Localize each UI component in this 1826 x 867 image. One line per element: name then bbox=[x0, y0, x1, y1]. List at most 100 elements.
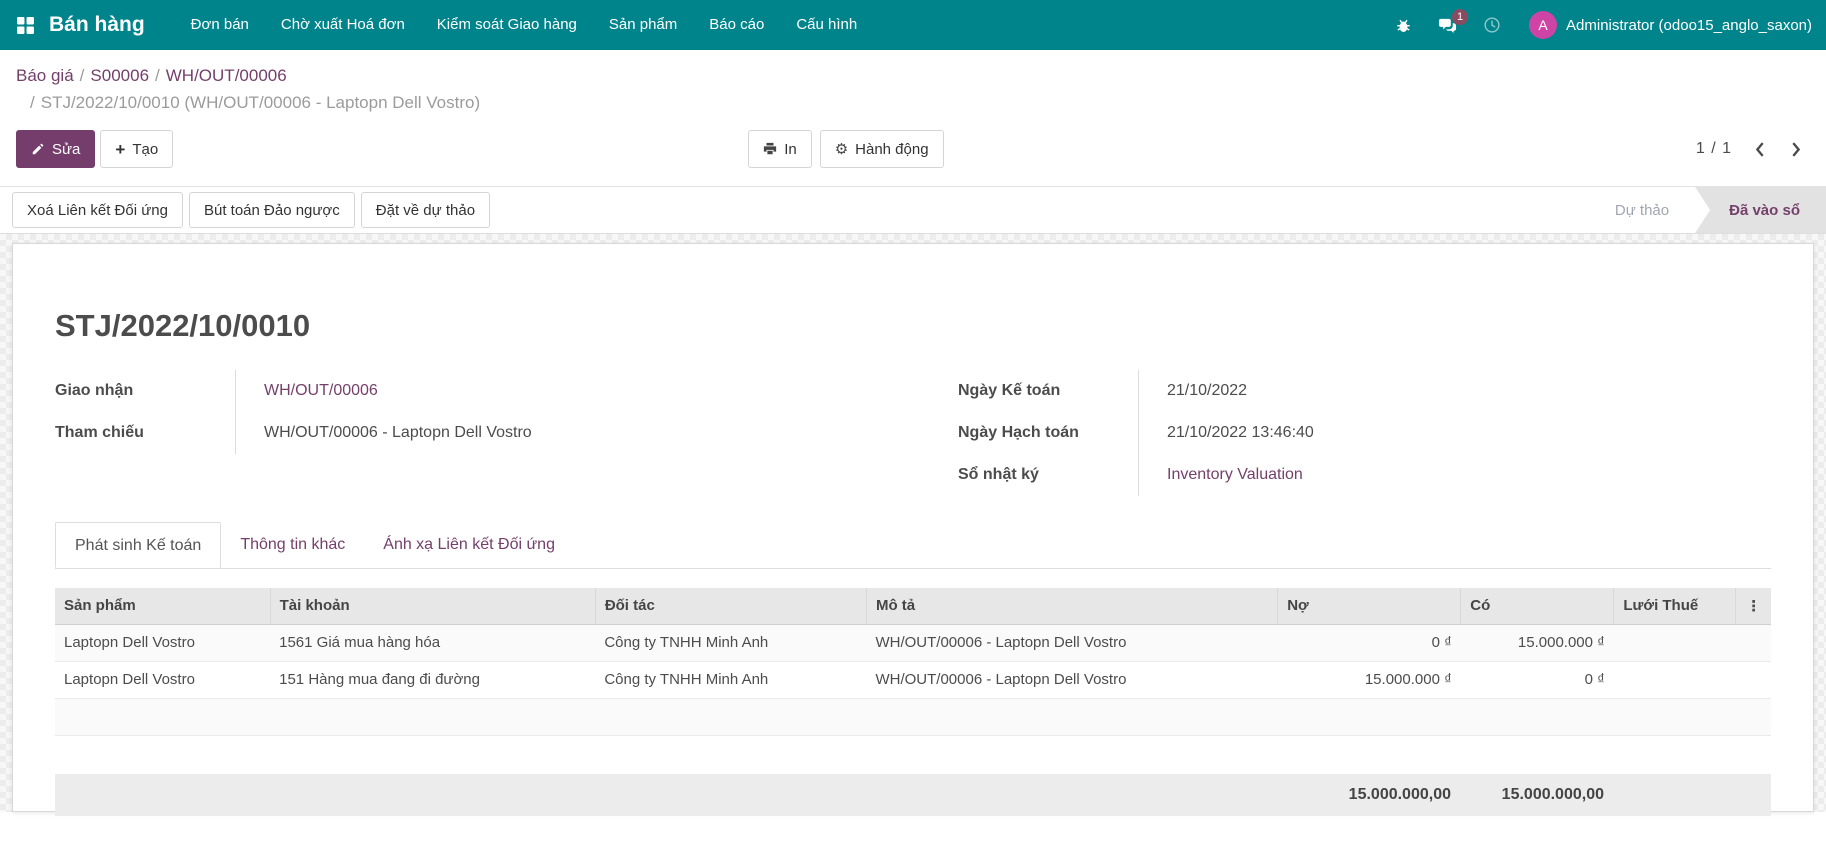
messages-count-badge: 1 bbox=[1452, 9, 1468, 25]
column-header-tax-grid[interactable]: Lưới Thuế bbox=[1614, 588, 1736, 624]
total-debit: 15.000.000,00 bbox=[1277, 786, 1460, 804]
left-field-group: Giao nhận WH/OUT/00006 Tham chiếu WH/OUT… bbox=[55, 370, 868, 496]
cell-tax-grid bbox=[1614, 661, 1736, 698]
column-header-debit[interactable]: Nợ bbox=[1278, 588, 1461, 624]
menu-to-invoice[interactable]: Chờ xuất Hoá đơn bbox=[265, 0, 421, 50]
pager-next-button[interactable] bbox=[1791, 141, 1802, 158]
unreconcile-button[interactable]: Xoá Liên kết Đối ứng bbox=[12, 192, 183, 228]
user-name: Administrator (odoo15_anglo_saxon) bbox=[1566, 17, 1812, 34]
status-draft[interactable]: Dự thảo bbox=[1589, 187, 1695, 233]
field-label-reference: Tham chiếu bbox=[55, 424, 235, 442]
pager-value[interactable]: 1 / 1 bbox=[1696, 140, 1732, 158]
navbar-systray: 1 A Administrator (odoo15_anglo_saxon) bbox=[1385, 11, 1812, 39]
field-value-journal-link[interactable]: Inventory Valuation bbox=[1167, 466, 1303, 484]
cell-product: Laptopn Dell Vostro bbox=[55, 661, 270, 698]
cell-product: Laptopn Dell Vostro bbox=[55, 624, 270, 661]
pager-previous-button[interactable] bbox=[1754, 141, 1765, 158]
plus-icon: + bbox=[115, 141, 125, 158]
field-value-posting-date: 21/10/2022 13:46:40 bbox=[1167, 424, 1314, 442]
menu-reporting[interactable]: Báo cáo bbox=[693, 0, 780, 50]
apps-menu-button[interactable] bbox=[16, 16, 35, 35]
cell-label: WH/OUT/00006 - Laptopn Dell Vostro bbox=[866, 624, 1277, 661]
field-groups: Giao nhận WH/OUT/00006 Tham chiếu WH/OUT… bbox=[55, 370, 1771, 496]
menu-delivery-control[interactable]: Kiểm soát Giao hàng bbox=[421, 0, 593, 50]
field-value-reference: WH/OUT/00006 - Laptopn Dell Vostro bbox=[264, 424, 532, 442]
breadcrumb: Báo giá/S00006/WH/OUT/00006 /STJ/2022/10… bbox=[0, 50, 1826, 116]
table-row[interactable]: Laptopn Dell Vostro 151 Hàng mua đang đi… bbox=[55, 661, 1771, 698]
form-view-background: STJ/2022/10/0010 Giao nhận WH/OUT/00006 … bbox=[0, 234, 1826, 812]
activities-menu-button[interactable] bbox=[1473, 16, 1511, 34]
reverse-entry-button[interactable]: Bút toán Đảo ngược bbox=[189, 192, 355, 228]
cell-credit: 0 ₫ bbox=[1461, 661, 1614, 698]
column-header-credit[interactable]: Có bbox=[1461, 588, 1614, 624]
column-header-account[interactable]: Tài khoản bbox=[270, 588, 595, 624]
breadcrumb-sale-order[interactable]: S00006 bbox=[90, 66, 149, 85]
total-credit: 15.000.000,00 bbox=[1460, 786, 1613, 804]
pager: 1 / 1 bbox=[1696, 140, 1810, 158]
user-menu[interactable]: A Administrator (odoo15_anglo_saxon) bbox=[1529, 11, 1812, 39]
cell-credit: 15.000.000 ₫ bbox=[1461, 624, 1614, 661]
tab-other-info[interactable]: Thông tin khác bbox=[221, 522, 364, 568]
optional-columns-button[interactable]: ⋮ bbox=[1736, 588, 1771, 624]
clock-icon bbox=[1483, 16, 1501, 34]
pencil-icon bbox=[31, 142, 45, 156]
cell-partner: Công ty TNHH Minh Anh bbox=[595, 624, 866, 661]
cell-account: 1561 Giá mua hàng hóa bbox=[270, 624, 595, 661]
journal-entry-title: STJ/2022/10/0010 bbox=[55, 308, 1771, 344]
menu-orders[interactable]: Đơn bán bbox=[175, 0, 265, 50]
apps-grid-icon bbox=[16, 16, 35, 35]
column-header-product[interactable]: Sản phẩm bbox=[55, 588, 270, 624]
field-label-journal: Sổ nhật ký bbox=[958, 466, 1138, 484]
edit-button[interactable]: Sửa bbox=[16, 130, 95, 168]
top-navbar: Bán hàng Đơn bán Chờ xuất Hoá đơn Kiểm s… bbox=[0, 0, 1826, 50]
reset-to-draft-button[interactable]: Đặt về dự thảo bbox=[361, 192, 490, 228]
main-menus: Đơn bán Chờ xuất Hoá đơn Kiểm soát Giao … bbox=[175, 0, 874, 50]
control-panel: Sửa + Tạo In ⚙ Hành động 1 / 1 bbox=[0, 116, 1826, 168]
tab-journal-items[interactable]: Phát sinh Kế toán bbox=[55, 522, 221, 568]
cell-debit: 15.000.000 ₫ bbox=[1278, 661, 1461, 698]
messages-menu-button[interactable]: 1 bbox=[1428, 16, 1467, 35]
table-empty-row[interactable] bbox=[55, 698, 1771, 735]
table-header-row: Sản phẩm Tài khoản Đối tác Mô tả Nợ Có L… bbox=[55, 588, 1771, 624]
field-label-posting-date: Ngày Hạch toán bbox=[958, 424, 1138, 442]
vertical-dots-icon: ⋮ bbox=[1746, 597, 1761, 615]
form-sheet: STJ/2022/10/0010 Giao nhận WH/OUT/00006 … bbox=[12, 243, 1814, 812]
form-statusbar-row: Xoá Liên kết Đối ứng Bút toán Đảo ngược … bbox=[0, 187, 1826, 234]
menu-products[interactable]: Sản phẩm bbox=[593, 0, 693, 50]
statusbar: Dự thảo Đã vào sổ bbox=[1589, 187, 1826, 233]
cell-partner: Công ty TNHH Minh Anh bbox=[595, 661, 866, 698]
breadcrumb-separator: / bbox=[74, 66, 91, 85]
field-label-delivery: Giao nhận bbox=[55, 382, 235, 400]
user-avatar: A bbox=[1529, 11, 1557, 39]
column-header-label[interactable]: Mô tả bbox=[866, 588, 1277, 624]
cell-label: WH/OUT/00006 - Laptopn Dell Vostro bbox=[866, 661, 1277, 698]
gear-icon: ⚙ bbox=[835, 142, 848, 157]
cell-tax-grid bbox=[1614, 624, 1736, 661]
breadcrumb-separator: / bbox=[24, 93, 41, 112]
breadcrumb-current: STJ/2022/10/0010 (WH/OUT/00006 - Laptopn… bbox=[41, 93, 480, 112]
table-row[interactable]: Laptopn Dell Vostro 1561 Giá mua hàng hó… bbox=[55, 624, 1771, 661]
menu-configuration[interactable]: Cấu hình bbox=[780, 0, 873, 50]
status-posted[interactable]: Đã vào sổ bbox=[1695, 187, 1826, 233]
cell-debit: 0 ₫ bbox=[1278, 624, 1461, 661]
debug-menu-button[interactable] bbox=[1385, 17, 1422, 34]
notebook-tabs: Phát sinh Kế toán Thông tin khác Ánh xạ … bbox=[55, 522, 1771, 569]
totals-bar: 15.000.000,00 15.000.000,00 bbox=[55, 774, 1771, 816]
print-button[interactable]: In bbox=[748, 130, 812, 168]
breadcrumb-separator: / bbox=[149, 66, 166, 85]
field-value-accounting-date: 21/10/2022 bbox=[1167, 382, 1247, 400]
right-field-group: Ngày Kế toán 21/10/2022 Ngày Hạch toán 2… bbox=[958, 370, 1771, 496]
column-header-partner[interactable]: Đối tác bbox=[595, 588, 866, 624]
cell-account: 151 Hàng mua đang đi đường bbox=[270, 661, 595, 698]
tab-reconciliation-mapping[interactable]: Ánh xạ Liên kết Đối ứng bbox=[364, 522, 574, 568]
bug-icon bbox=[1395, 17, 1412, 34]
create-button[interactable]: + Tạo bbox=[100, 130, 173, 168]
action-button[interactable]: ⚙ Hành động bbox=[820, 130, 944, 168]
printer-icon bbox=[763, 142, 777, 156]
field-value-delivery-link[interactable]: WH/OUT/00006 bbox=[264, 382, 378, 400]
field-label-accounting-date: Ngày Kế toán bbox=[958, 382, 1138, 400]
breadcrumb-quotations[interactable]: Báo giá bbox=[16, 66, 74, 85]
breadcrumb-delivery[interactable]: WH/OUT/00006 bbox=[166, 66, 287, 85]
journal-items-table: Sản phẩm Tài khoản Đối tác Mô tả Nợ Có L… bbox=[55, 588, 1771, 736]
app-brand[interactable]: Bán hàng bbox=[49, 13, 145, 37]
